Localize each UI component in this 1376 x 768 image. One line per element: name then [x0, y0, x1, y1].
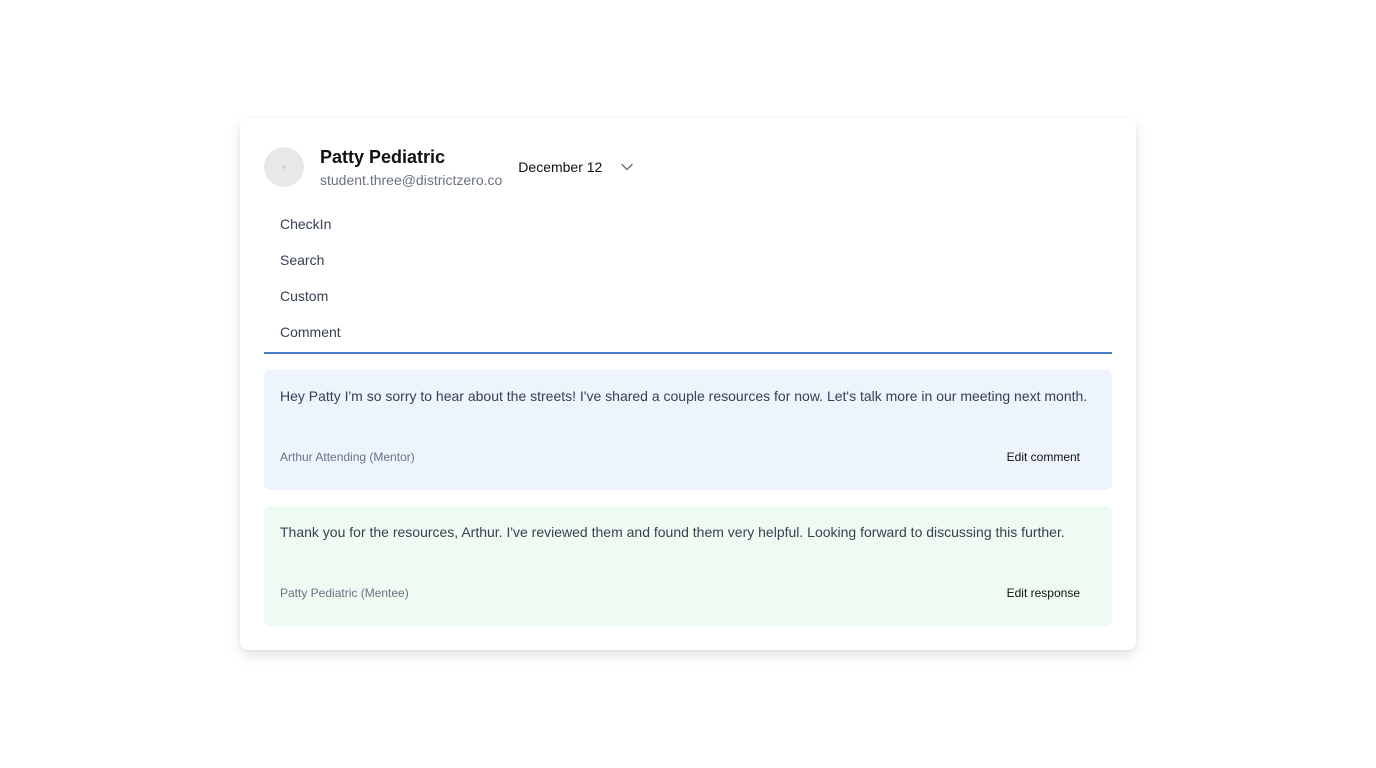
mentee-response-footer: Patty Pediatric (Mentee) Edit response	[280, 582, 1096, 604]
mentor-comment-author: Arthur Attending (Mentor)	[280, 450, 415, 464]
mentor-comment-text: Hey Patty I'm so sorry to hear about the…	[280, 388, 1088, 404]
checkin-card: Patty Pediatric student.three@districtze…	[240, 118, 1136, 650]
date-select[interactable]: December 12	[518, 159, 634, 175]
mentee-response: Thank you for the resources, Arthur. I'v…	[264, 506, 1112, 626]
mentee-response-author: Patty Pediatric (Mentee)	[280, 586, 409, 600]
edit-response-button[interactable]: Edit response	[991, 582, 1096, 604]
avatar-placeholder-icon	[282, 165, 286, 169]
chevron-down-icon[interactable]	[620, 160, 634, 174]
profile-email: student.three@districtzero.co	[320, 171, 503, 188]
section-menu: CheckIn Search Custom Comment	[264, 206, 1112, 354]
menu-item-search[interactable]: Search	[264, 242, 1112, 278]
profile-header: Patty Pediatric student.three@districtze…	[264, 146, 634, 188]
mentee-response-text: Thank you for the resources, Arthur. I'v…	[280, 524, 1065, 540]
avatar	[264, 147, 304, 187]
date-select-value: December 12	[518, 159, 603, 175]
menu-item-checkin[interactable]: CheckIn	[264, 206, 1112, 242]
menu-item-comment[interactable]: Comment	[264, 314, 1112, 352]
profile-name: Patty Pediatric	[320, 146, 446, 167]
profile-identity: Patty Pediatric student.three@districtze…	[320, 146, 502, 189]
mentor-comment: Hey Patty I'm so sorry to hear about the…	[264, 370, 1112, 490]
mentor-comment-footer: Arthur Attending (Mentor) Edit comment	[280, 446, 1096, 468]
menu-item-custom[interactable]: Custom	[264, 278, 1112, 314]
edit-comment-button[interactable]: Edit comment	[991, 446, 1096, 468]
